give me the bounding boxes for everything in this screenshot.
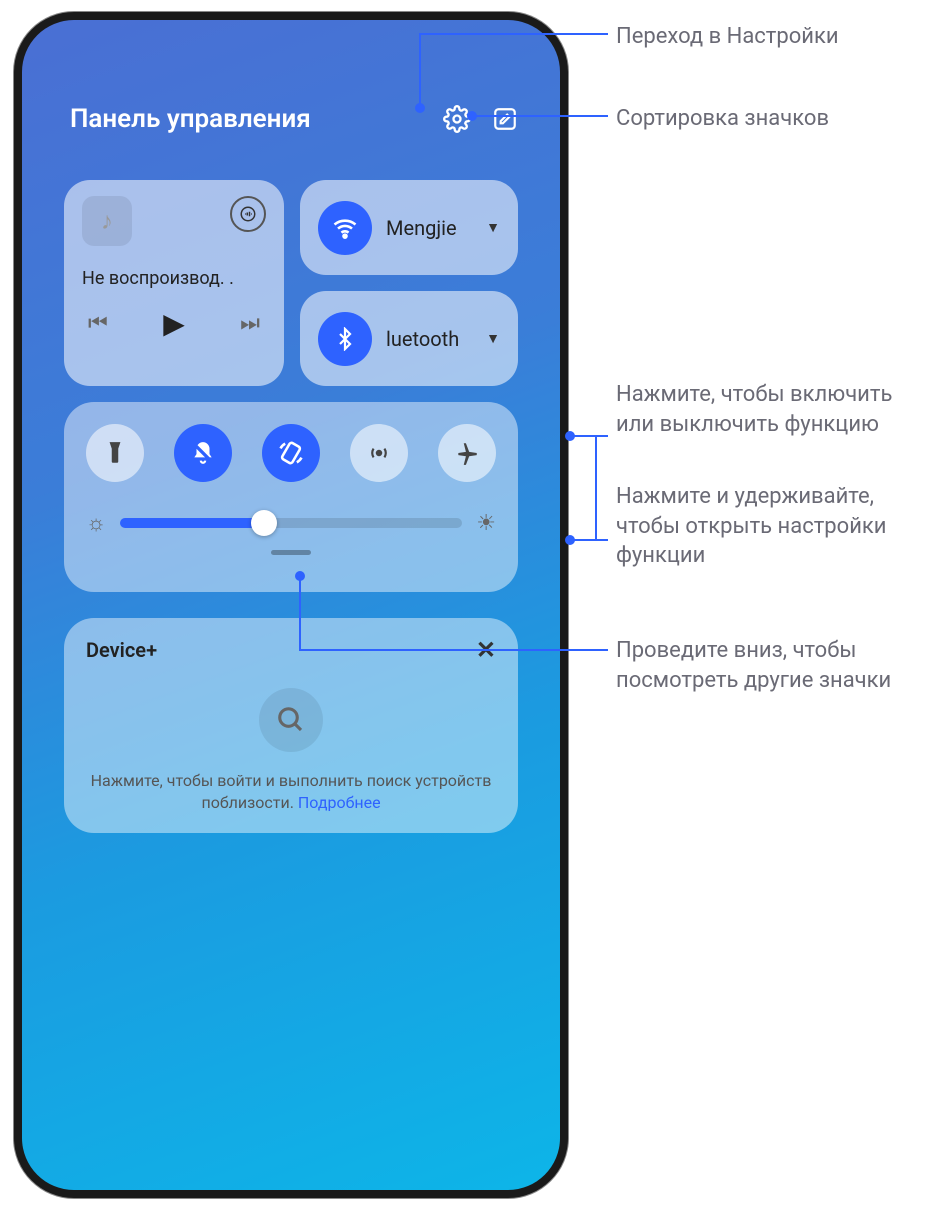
wifi-label: Mengjie (386, 216, 472, 240)
mute-toggle[interactable] (174, 424, 232, 482)
phone-screen: Панель управления ♪ Не воспроизвод. . (22, 20, 560, 1190)
prev-track-icon[interactable]: ⏮ (88, 311, 108, 336)
top-row: ♪ Не воспроизвод. . ⏮ ▶ ⏭ (64, 180, 518, 386)
drag-handle[interactable] (271, 550, 311, 555)
search-devices-button[interactable] (259, 688, 323, 752)
bluetooth-label: luetooth (386, 327, 472, 351)
settings-button[interactable] (442, 104, 472, 134)
bluetooth-icon (318, 312, 372, 366)
flashlight-icon (102, 440, 128, 466)
callout-swipe: Проведите вниз, чтобы посмотреть другие … (616, 636, 916, 695)
next-track-icon[interactable]: ⏭ (240, 311, 260, 336)
bell-off-icon (190, 440, 216, 466)
slider-thumb[interactable] (251, 510, 277, 536)
device-plus-title: Device+ (86, 638, 157, 662)
control-panel-header: Панель управления (22, 104, 560, 134)
learn-more-link[interactable]: Подробнее (298, 793, 381, 812)
music-note-icon: ♪ (82, 196, 132, 246)
brightness-slider[interactable]: ☼ ☀ (86, 510, 496, 536)
callout-hold: Нажмите и удерживайте, чтобы открыть нас… (616, 482, 916, 571)
media-player-card[interactable]: ♪ Не воспроизвод. . ⏮ ▶ ⏭ (64, 180, 284, 386)
callout-tap: Нажмите, чтобы включить или выключить фу… (616, 380, 916, 439)
edit-icon (492, 106, 518, 132)
airplane-icon (454, 440, 480, 466)
slider-track[interactable] (120, 518, 462, 528)
chevron-down-icon[interactable]: ▼ (486, 219, 500, 236)
chevron-down-icon[interactable]: ▼ (486, 330, 500, 347)
device-plus-card[interactable]: Device+ ✕ Нажмите, чтобы войти и выполни… (64, 618, 518, 833)
brightness-low-icon: ☼ (86, 510, 106, 536)
gear-icon (443, 105, 471, 133)
rotate-icon (277, 439, 305, 467)
edit-button[interactable] (490, 104, 520, 134)
hotspot-icon (366, 440, 392, 466)
phone-frame: Панель управления ♪ Не воспроизвод. . (14, 12, 568, 1198)
callout-sort: Сортировка значков (616, 104, 829, 134)
flashlight-toggle[interactable] (86, 424, 144, 482)
close-icon[interactable]: ✕ (476, 636, 496, 664)
play-icon[interactable]: ▶ (163, 307, 185, 340)
wifi-toggle[interactable]: Mengjie ▼ (300, 180, 518, 275)
wifi-icon (318, 201, 372, 255)
control-panel-content: ♪ Не воспроизвод. . ⏮ ▶ ⏭ (64, 180, 518, 833)
bluetooth-toggle[interactable]: luetooth ▼ (300, 291, 518, 386)
airplane-toggle[interactable] (438, 424, 496, 482)
page-title: Панель управления (70, 104, 424, 134)
media-status: Не воспроизвод. . (82, 268, 266, 289)
autorotate-toggle[interactable] (262, 424, 320, 482)
search-icon (276, 705, 306, 735)
device-hint-text: Нажмите, чтобы войти и выполнить поиск у… (91, 771, 492, 812)
hotspot-toggle[interactable] (350, 424, 408, 482)
audio-cast-icon[interactable] (230, 196, 266, 232)
brightness-high-icon: ☀ (476, 511, 496, 536)
device-plus-hint: Нажмите, чтобы войти и выполнить поиск у… (86, 770, 496, 813)
quick-toggles-card: ☼ ☀ (64, 402, 518, 592)
callout-settings: Переход в Настройки (616, 22, 839, 52)
